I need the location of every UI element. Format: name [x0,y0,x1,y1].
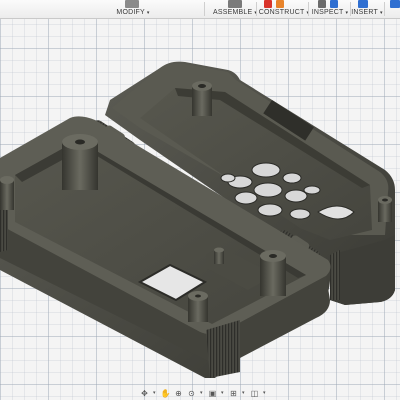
top-toolbar: MODIFY▾ ASSEMBLE▾ CONSTRUCT▾ INSPECT▾ IN… [0,0,400,19]
assemble-menu[interactable]: ASSEMBLE▾ [208,0,262,18]
modify-menu[interactable]: MODIFY ▾ [112,0,154,18]
navigation-bar: ✥ ▾ ✋ ⊕ ⊙ ▾ ▣ ▾ ⊞ ▾ ◫ ▾ [140,386,290,400]
mount-post [260,250,286,296]
chevron-down-icon: ▾ [345,10,349,16]
mount-post [192,81,212,116]
chevron-down-icon[interactable]: ▾ [153,390,157,396]
insert-label: INSERT [351,9,379,16]
viewport-icon[interactable]: ◫ [250,389,259,398]
chevron-down-icon[interactable]: ▾ [221,390,225,396]
toolbar-divider [256,2,257,16]
chevron-down-icon[interactable]: ▾ [263,390,267,396]
chevron-down-icon: ▾ [380,10,383,16]
fit-icon[interactable]: ⊙ [187,389,196,398]
zoom-icon[interactable]: ⊕ [174,389,183,398]
mount-post [188,291,208,322]
enclosure-model[interactable] [0,0,400,400]
mount-post [214,247,224,264]
chevron-down-icon: ▾ [146,10,150,16]
modify-label: MODIFY [116,9,145,16]
select-icon[interactable] [390,0,400,8]
assemble-label: ASSEMBLE [212,9,253,16]
chevron-down-icon[interactable]: ▾ [200,390,204,396]
display-settings-icon[interactable]: ▣ [208,389,217,398]
orbit-icon[interactable]: ✥ [140,389,149,398]
toolbar-divider [384,2,385,16]
mount-post [62,134,98,190]
toolbar-divider [308,2,309,16]
inspect-menu[interactable]: INSPECT ▾ [312,0,348,18]
mount-post [378,196,392,222]
construct-label: CONSTRUCT [258,9,305,16]
toolbar-divider [204,2,205,16]
inspect-label: INSPECT [311,9,344,16]
grid-settings-icon[interactable]: ⊞ [229,389,238,398]
insert-menu[interactable]: INSERT ▾ [351,0,383,18]
construct-menu[interactable]: CONSTRUCT▾ [258,0,309,18]
mount-post [0,176,14,210]
pan-icon[interactable]: ✋ [161,389,171,398]
chevron-down-icon[interactable]: ▾ [242,390,246,396]
